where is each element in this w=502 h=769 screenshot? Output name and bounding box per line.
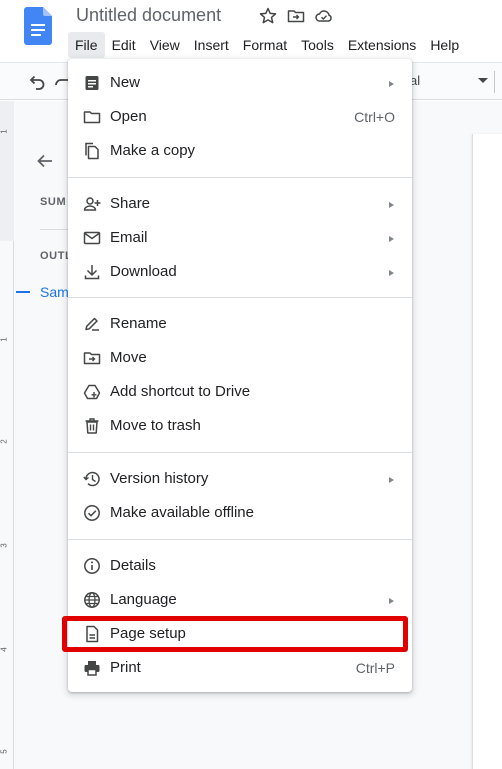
menu-tools[interactable]: Tools — [294, 32, 341, 58]
menu-item-details[interactable]: Details — [68, 549, 412, 583]
menu-item-move[interactable]: Move — [68, 341, 412, 375]
title-icons — [258, 6, 334, 26]
submenu-arrow-icon — [389, 202, 394, 208]
ruler-number: 4 — [0, 647, 9, 652]
ruler-number: 5 — [0, 749, 9, 754]
copy-icon — [82, 141, 102, 161]
page-setup-highlight — [62, 616, 408, 652]
drive-shortcut-icon — [82, 382, 102, 402]
menu-item-add-shortcut-to-drive[interactable]: Add shortcut to Drive — [68, 375, 412, 409]
menu-item-label: Make a copy — [110, 142, 196, 159]
menu-item-label: Download — [110, 263, 177, 280]
star-icon[interactable] — [258, 6, 278, 26]
menu-insert[interactable]: Insert — [187, 32, 236, 58]
menu-item-print[interactable]: Print Ctrl+P — [68, 651, 412, 685]
menu-extensions[interactable]: Extensions — [341, 32, 423, 58]
menu-item-label: Share — [110, 195, 151, 212]
menu-help[interactable]: Help — [423, 32, 466, 58]
submenu-arrow-icon — [389, 598, 394, 604]
file-menu: New Open Ctrl+O Make a copy Share Email — [68, 59, 412, 692]
docs-logo-icon[interactable] — [24, 7, 52, 45]
ruler-number: 1 — [0, 337, 9, 342]
menu-item-label: Rename — [110, 315, 167, 332]
menu-item-label: New — [110, 74, 141, 91]
dropdown-caret-icon[interactable] — [478, 78, 488, 83]
print-icon — [82, 658, 102, 678]
shortcut-hint: Ctrl+P — [355, 660, 395, 676]
menu-item-label: Add shortcut to Drive — [110, 383, 251, 400]
menu-item-label: Open — [110, 108, 147, 125]
menu-item-download[interactable]: Download — [68, 255, 412, 289]
document-page[interactable] — [472, 134, 502, 769]
menu-item-rename[interactable]: Rename — [68, 307, 412, 341]
menu-item-make-a-copy[interactable]: Make a copy — [68, 134, 412, 168]
email-icon — [82, 228, 102, 248]
submenu-arrow-icon — [389, 81, 394, 87]
submenu-arrow-icon — [389, 270, 394, 276]
menu-item-label: Details — [110, 557, 156, 574]
menu-item-label: Print — [110, 659, 141, 676]
menu-item-label: Make available offline — [110, 504, 254, 521]
menu-item-label: Move — [110, 349, 147, 366]
menu-edit[interactable]: Edit — [105, 32, 143, 58]
rename-icon — [82, 314, 102, 334]
menu-item-share[interactable]: Share — [68, 187, 412, 221]
document-icon — [82, 73, 102, 93]
menu-item-email[interactable]: Email — [68, 221, 412, 255]
shortcut-hint: Ctrl+O — [354, 109, 395, 125]
menu-item-language[interactable]: Language — [68, 583, 412, 617]
menu-item-label: Language — [110, 591, 177, 608]
info-icon — [82, 556, 102, 576]
menu-format[interactable]: Format — [236, 32, 294, 58]
menu-item-label: Email — [110, 229, 148, 246]
menu-separator — [68, 452, 412, 453]
outline-item-marker — [16, 291, 30, 293]
back-arrow-icon[interactable] — [34, 150, 56, 172]
download-icon — [82, 262, 102, 282]
globe-icon — [82, 590, 102, 610]
ruler-number: 2 — [0, 439, 9, 444]
toolbar-divider — [494, 71, 495, 93]
menu-view[interactable]: View — [143, 32, 187, 58]
menu-separator — [68, 539, 412, 540]
ruler-margin-shade — [0, 101, 14, 241]
menu-item-make-available-offline[interactable]: Make available offline — [68, 496, 412, 530]
submenu-arrow-icon — [389, 236, 394, 242]
ruler-number: 3 — [0, 543, 9, 548]
menu-item-open[interactable]: Open Ctrl+O — [68, 100, 412, 134]
ruler-number: 1 — [0, 129, 9, 134]
undo-icon[interactable] — [26, 71, 48, 93]
menu-separator — [68, 177, 412, 178]
menu-item-label: Move to trash — [110, 417, 201, 434]
move-to-folder-icon[interactable] — [286, 6, 306, 26]
menu-item-move-to-trash[interactable]: Move to trash — [68, 409, 412, 443]
history-icon — [82, 469, 102, 489]
vertical-ruler: 1 1 2 3 4 5 — [0, 101, 14, 769]
offline-icon — [82, 503, 102, 523]
submenu-arrow-icon — [389, 477, 394, 483]
menu-item-version-history[interactable]: Version history — [68, 462, 412, 496]
trash-icon — [82, 416, 102, 436]
menu-separator — [68, 297, 412, 298]
document-title[interactable]: Untitled document — [76, 5, 221, 26]
menu-file[interactable]: File — [68, 32, 105, 58]
menu-bar: File Edit View Insert Format Tools Exten… — [68, 32, 466, 58]
menu-item-label: Version history — [110, 470, 209, 487]
cloud-saved-icon[interactable] — [314, 6, 334, 26]
summary-heading: SUM — [40, 196, 67, 208]
menu-item-new[interactable]: New — [68, 66, 412, 100]
share-person-icon — [82, 194, 102, 214]
outline-item[interactable]: Sam — [40, 284, 69, 300]
folder-icon — [82, 107, 102, 127]
move-folder-icon — [82, 348, 102, 368]
